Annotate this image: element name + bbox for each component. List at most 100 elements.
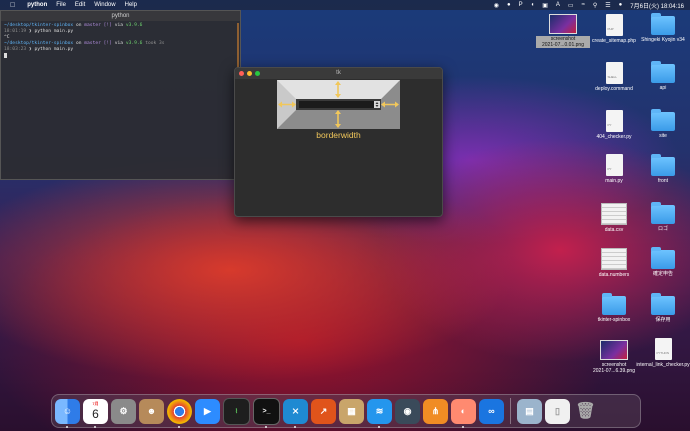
tk-titlebar[interactable]: tk <box>235 68 442 79</box>
status-lock-icon[interactable]: ▣ <box>542 2 548 9</box>
image-file-icon <box>549 14 577 34</box>
control-center-icon[interactable]: ☰ <box>605 2 610 9</box>
folder-icon <box>651 61 675 83</box>
terminal-titlebar[interactable]: python <box>1 11 240 21</box>
python-file-icon: PYTHON <box>654 338 672 360</box>
desktop-icon-screenshot-2[interactable]: screenshot 2021-07...6.39.png <box>587 340 641 374</box>
desktop-icon-404-checker[interactable]: PY 404_checker.py <box>587 110 641 140</box>
desktop-icon-api[interactable]: api <box>636 61 690 91</box>
tk-window[interactable]: tk borderwidth <box>234 67 443 217</box>
desktop-icon-label: main.py <box>605 178 623 184</box>
image-file-icon <box>600 340 628 360</box>
borderwidth-diagram <box>277 80 400 129</box>
folder-icon <box>651 154 675 176</box>
menu-edit[interactable]: Edit <box>75 2 85 8</box>
borderwidth-label: borderwidth <box>316 130 361 140</box>
apple-menu-icon[interactable]:  <box>10 2 15 9</box>
calendar-day: 6 <box>92 407 99 421</box>
desktop-icon-label: site <box>659 133 667 139</box>
document-icon[interactable]: ▯ <box>545 398 570 424</box>
activity-monitor-icon[interactable]: ⌇ <box>223 397 250 425</box>
docker-icon[interactable]: ≋ <box>367 398 392 428</box>
terminal-icon[interactable]: >_ <box>253 397 280 428</box>
desktop-icon-label: 404_checker.py <box>596 134 632 140</box>
folder-icon <box>651 109 675 131</box>
desktop-icon-data-csv[interactable]: data.csv <box>587 203 641 233</box>
python-file-icon: PY <box>605 154 623 176</box>
desktop-icon-label: internal_link_checker.py <box>636 362 690 368</box>
dock-separator <box>510 398 511 424</box>
desktop-icon-tkinter-spinbox[interactable]: tkinter-spinbox <box>587 293 641 323</box>
terminal-scrollbar[interactable] <box>237 23 239 71</box>
siri-icon[interactable]: ● <box>619 2 623 8</box>
desktop-icon-shingeki[interactable]: Shingeki Kyojin v34 <box>636 13 690 43</box>
desktop-icon-label: tkinter-spinbox <box>597 317 631 323</box>
csv-file-icon <box>601 203 627 225</box>
menu-clock[interactable]: 7月6日(火) 18:04:16 <box>630 1 684 10</box>
finder-icon[interactable]: ☺ <box>55 398 80 428</box>
status-p-icon[interactable]: P <box>519 2 523 8</box>
contacts-icon[interactable]: ☻ <box>139 398 164 424</box>
desktop-icon-label: api <box>659 85 667 91</box>
proxyman-icon[interactable]: ◉ <box>395 398 420 424</box>
desktop-icon-label: 確定申告 <box>652 271 673 277</box>
menu-window[interactable]: Window <box>94 2 115 8</box>
zoom-button[interactable] <box>255 71 260 76</box>
graph-app-icon[interactable]: ↗ <box>311 398 336 424</box>
vscode-icon[interactable]: ⨯ <box>283 398 308 428</box>
folder-icon <box>651 293 675 315</box>
desktop-icon-main-py[interactable]: PY main.py <box>587 154 641 184</box>
status-item-icon[interactable]: ● <box>507 2 511 8</box>
network-diagram-icon[interactable]: ⋔ <box>423 398 448 424</box>
minimize-button[interactable] <box>247 71 252 76</box>
calendar-icon[interactable]: 7月 6 <box>83 398 108 428</box>
desktop-icon-save[interactable]: 保存用 <box>636 293 690 323</box>
system-preferences-icon[interactable]: ⚙ <box>111 398 136 424</box>
spinbox-entry <box>299 101 374 108</box>
menu-app-name[interactable]: python <box>27 2 47 8</box>
desktop-icon-label: data.csv <box>604 227 624 233</box>
battery-icon[interactable]: ▭ <box>568 2 574 9</box>
close-button[interactable] <box>239 71 244 76</box>
terminal-cursor <box>4 53 7 58</box>
folder-icon <box>651 13 675 35</box>
preview-icon[interactable]: ▤ <box>517 398 542 424</box>
menu-file[interactable]: File <box>56 2 66 8</box>
desktop-icon-deploy[interactable]: SHELL deploy.command <box>587 62 641 92</box>
zoom-icon[interactable]: ▶ <box>195 398 220 424</box>
desktop-icon-data-numbers[interactable]: data.numbers <box>587 248 641 278</box>
shell-file-icon: SHELL <box>605 62 623 84</box>
folder-icon <box>651 247 675 269</box>
menu-help[interactable]: Help <box>125 2 137 8</box>
input-source-icon[interactable]: A <box>556 2 560 8</box>
sticky-app-icon[interactable]: ◐ <box>451 398 476 428</box>
terminal-window[interactable]: python ~/desktop/tkinter-spinbox on mast… <box>0 10 241 180</box>
tk-title: tk <box>336 70 341 76</box>
desktop-icon-tax-return[interactable]: 確定申告 <box>636 247 690 277</box>
status-cat-icon[interactable]: ◖ <box>531 2 535 8</box>
trash-icon[interactable]: 🗑 <box>573 399 598 424</box>
wifi-icon[interactable]: ≈ <box>582 2 585 8</box>
numbers-file-icon <box>601 248 627 270</box>
status-item-icon[interactable]: ◉ <box>494 2 499 9</box>
infinity-app-icon[interactable]: ∞ <box>479 398 504 424</box>
terminal-title: python <box>111 13 130 19</box>
desktop-icon-label: create_sitemap.php <box>592 38 636 44</box>
python-file-icon: PY <box>605 110 623 132</box>
desktop-icon-label: 保存用 <box>655 317 671 323</box>
terminal-line <box>4 53 237 60</box>
desktop-icon-create-sitemap[interactable]: PHP create_sitemap.php <box>587 14 641 44</box>
chrome-icon[interactable] <box>167 398 192 428</box>
desktop-icon-label: Shingeki Kyojin v34 <box>641 37 685 43</box>
desktop-icon-front[interactable]: front <box>636 154 690 184</box>
desktop-icon-screenshot-1[interactable]: screenshot 2021-07...0.01.png <box>536 14 590 48</box>
desktop-icon-site[interactable]: site <box>636 109 690 139</box>
desktop-icon-logo[interactable]: ロゴ <box>636 202 690 232</box>
desktop-icon-label: data.numbers <box>598 272 630 278</box>
desktop-icon-internal-link-checker[interactable]: PYTHON internal_link_checker.py <box>636 338 690 368</box>
archive-utility-icon[interactable]: ▦ <box>339 398 364 424</box>
desktop-icon-label: front <box>657 178 668 184</box>
search-icon[interactable]: ⚲ <box>593 2 597 9</box>
terminal-output[interactable]: ~/desktop/tkinter-spinbox on master [!] … <box>1 21 240 62</box>
folder-icon <box>651 202 675 224</box>
